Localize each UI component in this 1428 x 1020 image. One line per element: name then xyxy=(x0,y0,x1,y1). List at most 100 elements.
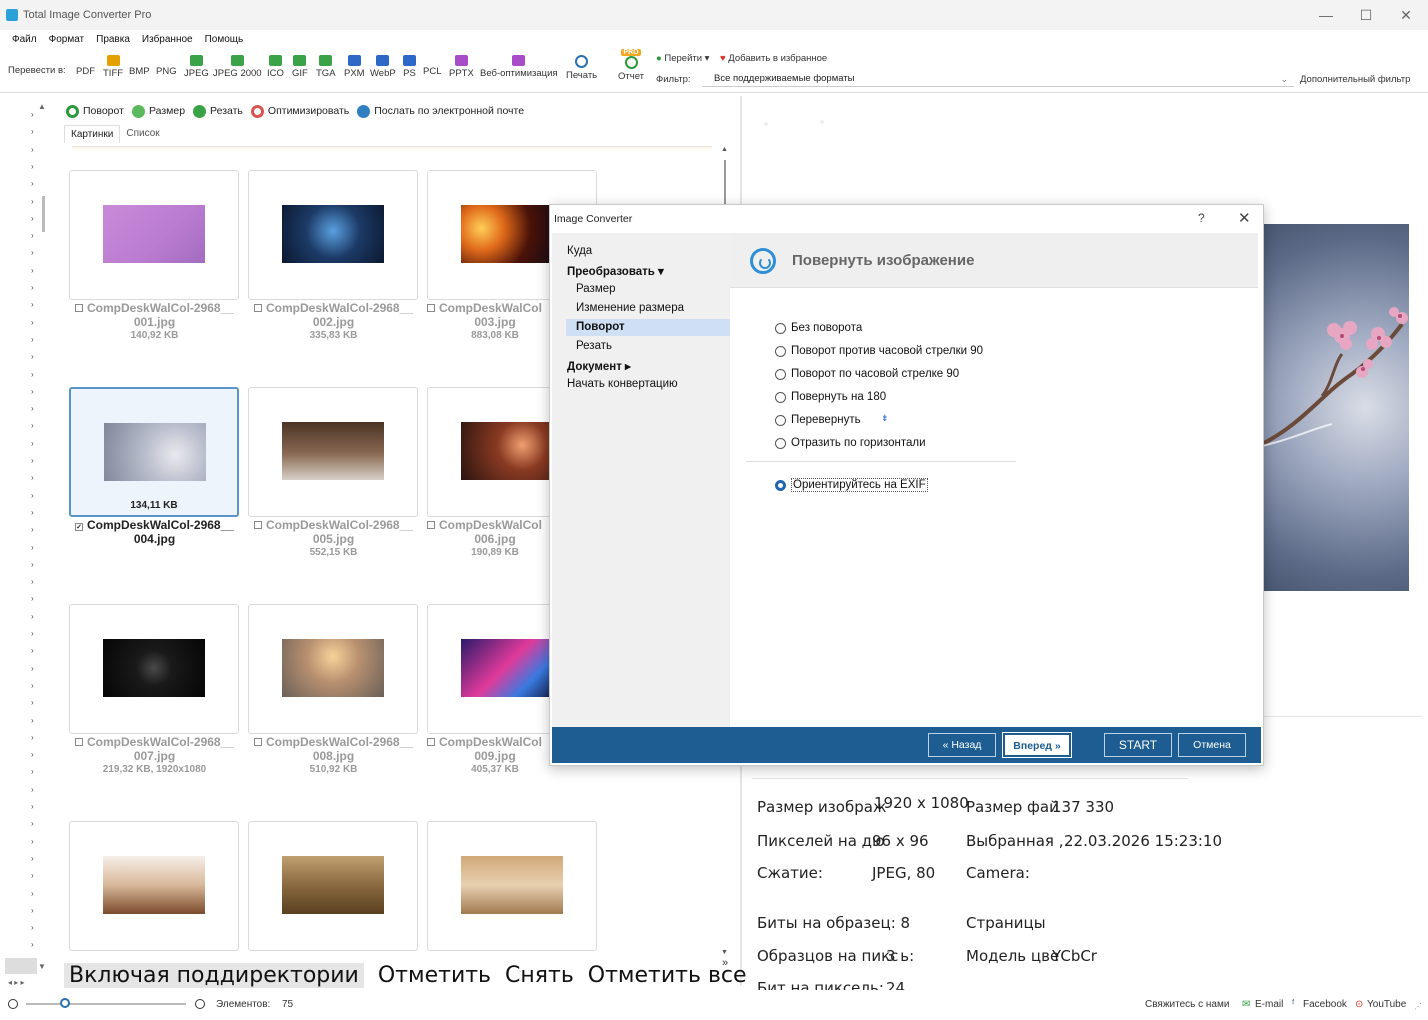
tree-expand-icon[interactable]: › xyxy=(31,525,34,534)
tree-hscrollbar[interactable] xyxy=(5,958,37,974)
tree-expand-icon[interactable]: › xyxy=(31,629,34,638)
tree-expand-icon[interactable]: › xyxy=(31,646,34,655)
radio-button[interactable] xyxy=(775,391,786,403)
file-checkbox[interactable] xyxy=(427,521,435,529)
menu-format[interactable]: Формат xyxy=(49,34,85,45)
menu-help[interactable]: Помощь xyxy=(205,34,244,45)
thumbnail-card[interactable]: 134,11 KB xyxy=(69,387,239,517)
tree-expand-icon[interactable]: › xyxy=(31,733,34,742)
radio-button[interactable] xyxy=(775,322,786,334)
tree-expand-icon[interactable]: › xyxy=(31,940,34,949)
tree-expand-icon[interactable]: › xyxy=(31,612,34,621)
zoom-slider[interactable] xyxy=(26,1003,186,1005)
back-button[interactable]: « Назад xyxy=(928,733,996,757)
tree-expand-icon[interactable]: › xyxy=(31,698,34,707)
wizard-nav-item[interactable]: Резать xyxy=(576,340,612,352)
format-button-tiff[interactable]: TIFF xyxy=(103,55,123,79)
close-button[interactable]: ✕ xyxy=(1386,0,1426,30)
resize-action[interactable]: Размер xyxy=(131,104,185,118)
rotation-option[interactable]: Отразить по горизонтали xyxy=(775,437,926,449)
format-button-jpeg[interactable]: JPEG xyxy=(184,55,209,79)
file-checkbox[interactable] xyxy=(254,304,263,312)
file-checkbox[interactable] xyxy=(427,738,435,746)
tree-expand-icon[interactable]: › xyxy=(31,837,34,846)
tree-expand-icon[interactable]: › xyxy=(31,231,34,240)
radio-button[interactable] xyxy=(775,437,786,449)
tree-expand-icon[interactable]: › xyxy=(31,283,34,292)
tree-expand-icon[interactable]: › xyxy=(31,473,34,482)
help-button[interactable]: ? xyxy=(1198,211,1205,225)
contact-link[interactable]: Свяжитесь с нами xyxy=(1145,999,1229,1010)
format-button-webp[interactable]: WebP xyxy=(370,55,396,79)
format-button-pxm[interactable]: PXM xyxy=(344,55,365,79)
wizard-nav-item[interactable]: Преобразовать ▾ xyxy=(567,264,664,278)
unmark-button[interactable]: Снять xyxy=(505,963,574,988)
add-favorites-button[interactable]: ♥ Добавить в избранное xyxy=(720,53,827,64)
wizard-nav-item[interactable]: Поворот xyxy=(566,319,730,336)
tree-expand-icon[interactable]: › xyxy=(31,352,34,361)
tree-expand-icon[interactable]: › xyxy=(31,179,34,188)
format-button-pdf[interactable]: PDF xyxy=(76,66,95,77)
dialog-close-button[interactable]: ✕ xyxy=(1238,209,1251,227)
thumbnail-card[interactable] xyxy=(248,170,418,300)
next-button[interactable]: Вперед » xyxy=(1002,732,1072,758)
radio-button[interactable] xyxy=(775,368,786,380)
tree-expand-icon[interactable]: › xyxy=(31,854,34,863)
rotation-option[interactable]: Повернуть на 180 xyxy=(775,391,886,403)
nav-arrows[interactable]: ◂ ▸ ▸ xyxy=(8,978,25,987)
thumbnail-card[interactable] xyxy=(248,821,418,951)
zoom-slider-knob[interactable] xyxy=(60,998,70,1008)
tree-expand-icon[interactable]: › xyxy=(31,716,34,725)
scroll-up-icon[interactable]: ▲ xyxy=(721,146,728,153)
tree-expand-icon[interactable]: › xyxy=(31,145,34,154)
file-checkbox[interactable] xyxy=(75,304,84,312)
filter-select[interactable]: Все поддерживаемые форматы ⌄ xyxy=(702,71,1294,87)
tree-expand-icon[interactable]: › xyxy=(31,439,34,448)
format-button-bmp[interactable]: BMP xyxy=(129,66,150,77)
radio-button[interactable] xyxy=(775,345,786,357)
resize-grip-icon[interactable]: ⋰ xyxy=(1414,1002,1422,1011)
scroll-down-icon[interactable]: ▼ xyxy=(721,949,728,956)
tree-expand-icon[interactable]: › xyxy=(31,906,34,915)
thumbnail-card[interactable] xyxy=(69,604,239,734)
wizard-nav-item[interactable]: Размер xyxy=(576,283,616,295)
rotate-action[interactable]: Поворот xyxy=(66,104,124,118)
tree-expand-icon[interactable]: › xyxy=(31,421,34,430)
mark-button[interactable]: Отметить xyxy=(378,963,491,988)
tree-expand-icon[interactable]: › xyxy=(31,197,34,206)
tree-expand-icon[interactable]: › xyxy=(31,802,34,811)
youtube-link[interactable]: YouTube xyxy=(1367,999,1406,1010)
file-checkbox[interactable] xyxy=(75,738,84,746)
tree-scrollbar[interactable] xyxy=(42,196,45,232)
format-button-jpeg-2000[interactable]: JPEG 2000 xyxy=(213,55,262,79)
tree-expand-icon[interactable]: › xyxy=(31,785,34,794)
tree-expand-icon[interactable]: › xyxy=(31,543,34,552)
advanced-filter-button[interactable]: Дополнительный фильтр xyxy=(1300,74,1410,85)
tree-expand-icon[interactable]: › xyxy=(31,370,34,379)
exif-option[interactable]: Ориентируйтесь на EXIF xyxy=(775,478,928,492)
tree-expand-icon[interactable]: › xyxy=(31,387,34,396)
file-checkbox[interactable]: ✓ xyxy=(75,523,84,531)
include-subdirs-button[interactable]: Включая поддиректории xyxy=(64,962,364,988)
format-button-tga[interactable]: TGA xyxy=(316,55,336,79)
file-checkbox[interactable] xyxy=(254,738,263,746)
tree-expand-icon[interactable]: › xyxy=(31,266,34,275)
zoom-in-icon[interactable] xyxy=(195,999,205,1009)
tree-expand-icon[interactable]: › xyxy=(31,819,34,828)
file-checkbox[interactable] xyxy=(427,304,435,312)
tree-expand-icon[interactable]: › xyxy=(31,214,34,223)
format-button-ps[interactable]: PS xyxy=(403,55,416,79)
tree-expand-icon[interactable]: › xyxy=(31,456,34,465)
radio-checked[interactable] xyxy=(775,479,786,491)
format-button-pptx[interactable]: PPTX xyxy=(449,55,474,79)
tree-expand-icon[interactable]: › xyxy=(31,889,34,898)
menu-edit[interactable]: Правка xyxy=(96,34,130,45)
scroll-up-icon[interactable]: ▲ xyxy=(38,102,46,111)
tree-expand-icon[interactable]: › xyxy=(31,577,34,586)
email-action[interactable]: Послать по электронной почте xyxy=(357,104,524,118)
tree-expand-icon[interactable]: › xyxy=(31,681,34,690)
wizard-nav-item[interactable]: Изменение размера xyxy=(576,302,684,314)
start-button[interactable]: START xyxy=(1104,733,1172,757)
minimize-button[interactable]: — xyxy=(1306,0,1346,30)
folder-tree[interactable]: › › › › › › › › › › › › › › › › › › › › › › › › › › › › › › › › › › › › › › › ›… xyxy=(0,96,60,976)
